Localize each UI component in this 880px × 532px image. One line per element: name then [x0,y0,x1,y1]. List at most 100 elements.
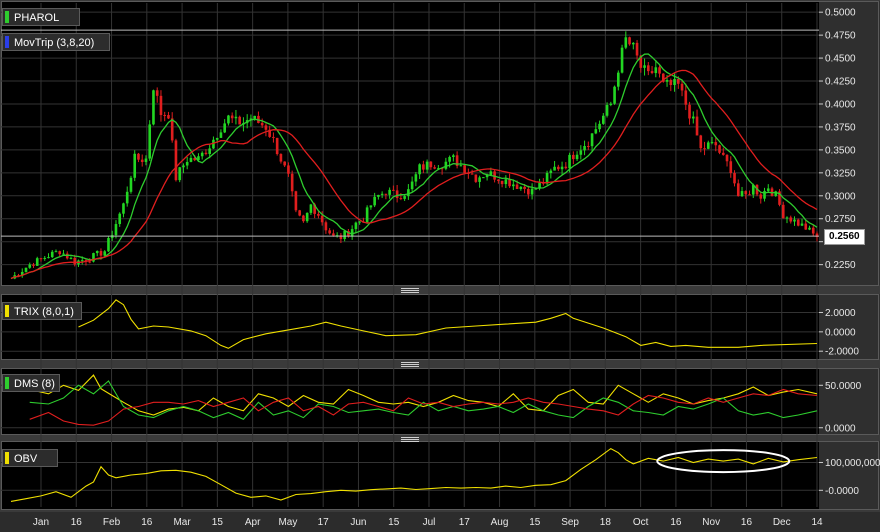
candle-body [515,184,519,189]
candle-body [706,142,710,149]
candle-body [290,173,294,192]
candle-body [373,196,376,206]
candle-body [721,152,725,155]
candle-body [463,165,466,173]
x-tick-label: Jan [33,517,49,528]
candle-body [811,227,815,234]
candle-body [676,79,680,84]
last-price-flag: 0.2560 [824,229,865,245]
candle-body [99,250,103,256]
candle-body [275,137,279,155]
candle-body [279,154,283,162]
dms-resize-handle[interactable] [401,362,419,367]
candle-body [317,213,320,216]
candle-body [403,196,406,199]
candle-body [602,115,605,124]
candle-body [358,221,361,223]
candle-body [609,103,613,105]
candle-body [43,257,47,259]
candle-body [691,116,695,119]
candle-body [470,173,474,175]
candle-body [414,174,418,182]
candle-body [114,224,118,236]
candle-body [320,215,324,223]
price-y-tick-label: 0.3500 [825,145,856,156]
candle-body [422,164,425,170]
dms-panel-label: DMS (8) [2,374,60,392]
x-tick-label: Nov [702,517,720,528]
candle-body [122,203,125,214]
candle-body [718,145,721,153]
candle-body [512,184,515,187]
candle-body [425,161,429,170]
candle-body [695,116,699,136]
candle-body [729,161,733,173]
candle-body [260,122,264,126]
candle-body [669,80,673,86]
price-y-tick-label: 0.4250 [825,77,856,88]
candle-body [39,258,43,260]
stock-chart[interactable]: Jan 16 Feb 16 Mar 15 Apr May 17 Jun 15 Jul 17 Aug 15 Se… [0,0,880,532]
candle-body [264,125,268,130]
candle-body [740,191,744,197]
candle-body [152,90,155,125]
candle-body [459,165,463,167]
candle-body [384,193,388,195]
x-tick-label: 15 [212,517,224,528]
candle-body [178,167,182,181]
candle-body [148,124,152,159]
candle-body [605,104,609,116]
candle-body [433,167,436,169]
panel-3-y-tick-label: -0.0000 [825,486,859,497]
candle-body [808,227,811,230]
chart-canvas: Jan 16 Feb 16 Mar 15 Apr May 17 Jun 15 Jul 17 Aug 15 Se… [0,1,880,532]
obv-panel-title: OBV [14,453,38,465]
candle-body [407,189,410,197]
candle-body [793,219,796,222]
candle-body [804,223,808,230]
candle-body [283,161,286,166]
candle-body [133,153,137,178]
candle-body [58,251,62,255]
trix-panel-label: TRIX (8,0,1) [2,302,82,320]
panel-3-axis-background [819,441,880,509]
candle-body [272,136,275,138]
x-tick-label: Jun [350,517,366,528]
x-tick-label: Aug [491,517,509,528]
candle-body [399,198,403,200]
candle-body [410,181,414,190]
candle-body [227,115,230,124]
trix-swatch [5,305,9,317]
candle-body [643,65,646,68]
candle-body [118,213,122,225]
candle-body [646,65,650,72]
x-tick-label: 16 [141,517,153,528]
candle-body [395,190,399,199]
candle-body [703,148,706,150]
candle-body [530,188,534,195]
candle-body [88,261,92,263]
candle-body [500,180,504,185]
panel-1-y-tick-label: 2.0000 [825,308,856,319]
obv-resize-handle[interactable] [401,437,419,442]
trix-resize-handle[interactable] [401,288,419,293]
candle-body [631,42,635,45]
candle-body [167,115,170,119]
candle-body [294,191,298,211]
candle-body [482,177,485,179]
price-y-tick-label: 0.4000 [825,99,856,110]
candle-body [796,219,800,226]
candle-body [763,190,766,199]
candle-body [69,257,73,259]
candle-body [572,154,575,160]
x-tick-label: May [278,517,297,528]
candle-body [448,157,451,162]
candle-body [523,186,526,189]
candle-body [575,154,579,160]
candle-body [95,250,99,254]
candle-body [680,83,684,91]
panel-1-y-tick-label: -2.0000 [825,347,859,358]
candle-body [350,229,354,237]
candle-body [789,217,793,222]
candle-body [223,123,226,133]
